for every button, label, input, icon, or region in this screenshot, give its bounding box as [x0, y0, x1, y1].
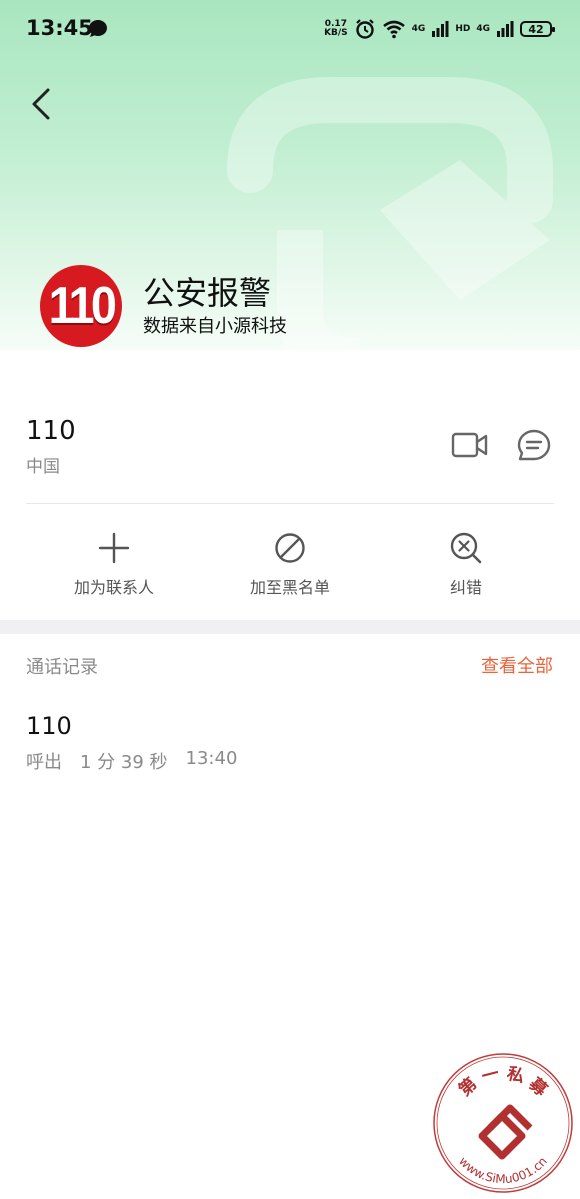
logo-text: 110 — [48, 277, 117, 335]
correct-search-icon — [450, 532, 482, 564]
call-time: 13:40 — [185, 748, 238, 769]
battery-icon: 42 — [520, 21, 555, 37]
call-duration: 1 分 39 秒 — [80, 752, 168, 773]
video-call-icon — [451, 432, 488, 458]
data-source-label: 数据来自小源科技 — [143, 316, 287, 337]
back-arrow-icon — [32, 88, 50, 120]
message-notification-icon — [89, 20, 107, 37]
signal-1-label: 4G — [411, 24, 426, 34]
section-separator — [0, 620, 580, 634]
view-all-link[interactable]: 查看全部 — [481, 652, 553, 678]
signal-2-icon — [497, 21, 514, 37]
watermark-seal: 第 一 私 募 www.SiMu001.cn — [433, 1053, 573, 1193]
status-time: 13:45 — [26, 16, 93, 40]
message-button[interactable] — [515, 427, 553, 463]
call-log-title: 通话记录 — [26, 657, 98, 678]
alarm-icon — [355, 19, 374, 39]
block-icon — [275, 533, 305, 563]
add-blacklist-button[interactable]: 加至黑名单 — [220, 530, 360, 598]
status-bar: 13:45 0.17 KB/S 4G HD 4G 42 — [0, 0, 580, 58]
video-call-button[interactable] — [450, 428, 490, 462]
back-button[interactable] — [24, 84, 58, 124]
phone-region: 中国 — [26, 457, 60, 477]
message-icon — [517, 429, 551, 461]
wifi-icon — [382, 20, 405, 39]
status-icons: 0.17 KB/S 4G HD 4G 42 — [324, 14, 555, 44]
battery-level: 42 — [528, 22, 544, 36]
contact-name: 公安报警 — [143, 274, 272, 312]
add-contact-label: 加为联系人 — [73, 578, 154, 597]
signal-3-label: 4G — [476, 24, 490, 34]
network-speed-unit: KB/S — [324, 28, 348, 38]
correct-button[interactable]: 纠错 — [396, 530, 536, 598]
call-log-number[interactable]: 110 — [26, 712, 72, 740]
signal-1-icon — [432, 21, 449, 37]
add-blacklist-label: 加至黑名单 — [249, 578, 330, 597]
divider — [26, 503, 554, 504]
contact-logo: 110 — [40, 265, 122, 347]
call-log-details: 呼出 1 分 39 秒 13:40 — [26, 748, 237, 774]
plus-icon — [98, 532, 130, 564]
phone-number[interactable]: 110 — [26, 416, 76, 446]
correct-label: 纠错 — [449, 578, 482, 597]
call-direction: 呼出 — [26, 752, 62, 773]
add-contact-button[interactable]: 加为联系人 — [44, 530, 184, 598]
signal-2-label: HD — [455, 24, 471, 34]
network-speed: 0.17 KB/S — [324, 20, 348, 38]
